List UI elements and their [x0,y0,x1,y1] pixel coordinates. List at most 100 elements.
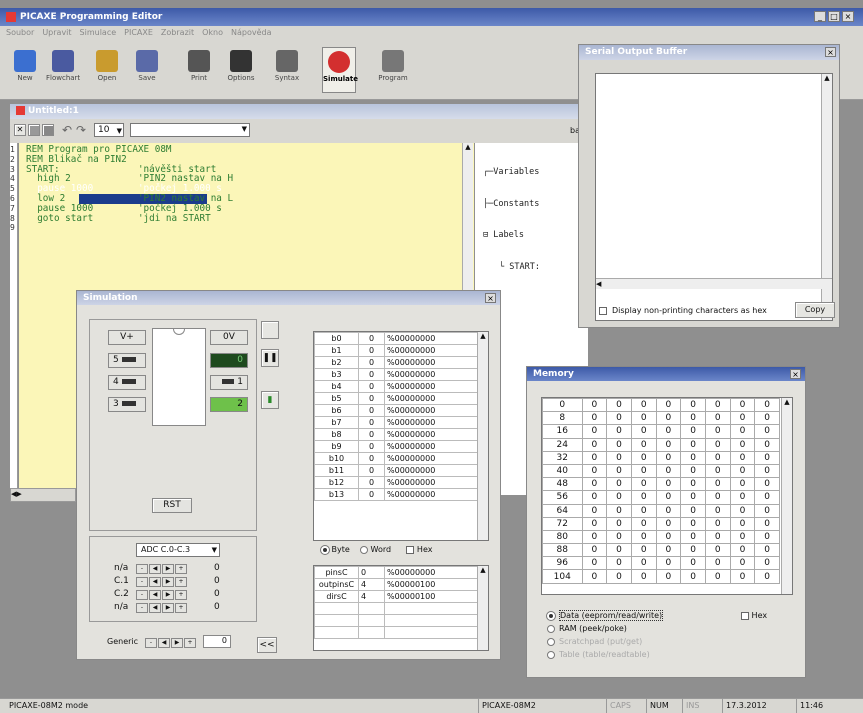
max-button[interactable]: + [175,564,187,574]
memory-cell[interactable]: 0 [655,503,682,518]
min-button[interactable]: - [136,590,148,600]
memory-cell[interactable]: 0 [655,556,682,571]
memory-cell[interactable]: 0 [655,398,682,413]
memory-cell[interactable]: 0 [630,529,657,545]
memory-cell[interactable]: 0 [581,463,608,479]
memory-cell[interactable]: 0 [729,398,756,413]
memory-cell[interactable]: 0 [754,437,780,452]
memory-cell[interactable]: 0 [729,463,756,479]
memory-cell[interactable]: 0 [754,543,780,558]
memory-cell[interactable]: 0 [655,424,682,439]
memory-cell[interactable]: 0 [754,477,780,492]
undo-icon[interactable]: ↶ [62,123,76,137]
pause-icon[interactable]: ❚❚ [261,349,279,367]
memory-cell[interactable]: 0 [581,411,608,426]
register-value[interactable]: 0 [358,392,385,405]
memory-option-radio[interactable] [547,624,555,633]
memory-cell[interactable]: 0 [680,437,706,452]
memory-cell[interactable]: 0 [704,477,731,492]
memory-cell[interactable]: 0 [606,477,632,492]
editor-hscroll[interactable]: ◀▶ [10,488,76,502]
register-value[interactable]: 0 [358,476,385,489]
memory-cell[interactable]: 0 [581,490,608,505]
memory-cell[interactable]: 0 [581,556,608,571]
inc-icon[interactable]: ▶ [162,590,174,600]
toolbar-simulate-button[interactable]: Simulate [322,47,358,93]
register-value[interactable]: 0 [358,440,385,453]
memory-cell[interactable]: 0 [704,424,731,439]
adc-value[interactable]: 0 [214,576,220,586]
close-icon[interactable]: × [825,47,836,57]
memory-cell[interactable]: 0 [729,411,756,426]
memory-cell[interactable]: 0 [581,477,608,492]
menu-item-4[interactable]: Zobrazit [161,28,194,37]
register-value[interactable]: 0 [358,404,385,417]
memory-cell[interactable]: 0 [704,450,731,465]
memory-cell[interactable]: 0 [655,490,682,505]
dec-icon[interactable]: ◀ [149,590,161,600]
memory-cell[interactable]: 0 [630,411,657,426]
inc-icon[interactable]: ▶ [162,577,174,587]
min-button[interactable]: - [136,577,148,587]
memory-cell[interactable]: 0 [606,503,632,518]
memory-cell[interactable]: 0 [729,529,756,545]
memory-cell[interactable]: 0 [606,450,632,465]
tree-item-constants[interactable]: ├─Constants [483,199,540,210]
memory-cell[interactable]: 0 [630,516,657,531]
adc-value[interactable]: 0 [214,589,220,599]
memory-cell[interactable]: 0 [729,477,756,492]
memory-cell[interactable]: 0 [581,516,608,531]
memory-cell[interactable]: 0 [606,398,632,413]
memory-cell[interactable]: 0 [655,463,682,479]
memory-cell[interactable]: 0 [630,556,657,571]
memory-cell[interactable]: 0 [704,543,731,558]
toolbar-new-button[interactable]: New [8,47,42,93]
label-select[interactable]: ▼ [130,123,250,137]
memory-cell[interactable]: 0 [630,398,657,413]
word-radio[interactable] [360,545,368,554]
memory-option-radio[interactable] [546,610,556,621]
memory-cell[interactable]: 0 [680,411,706,426]
max-button[interactable]: + [175,577,187,587]
minimize-button[interactable]: _ [814,11,826,22]
memory-cell[interactable]: 0 [630,569,657,584]
memory-cell[interactable]: 0 [704,437,731,452]
memory-cell[interactable]: 0 [704,490,731,505]
memory-cell[interactable]: 0 [581,503,608,518]
inc-icon[interactable]: ▶ [162,564,174,574]
code-text[interactable]: REM Program pro PICAXE 08M REM Blikač na … [26,145,466,223]
memory-option[interactable]: Scratchpad (put/get) [547,635,663,648]
memory-cell[interactable]: 0 [655,516,682,531]
memory-cell[interactable]: 0 [655,529,682,545]
register-value[interactable]: 0 [358,464,385,477]
toolbar-print-button[interactable]: Print [182,47,216,93]
cut-icon[interactable]: ✕ [14,124,26,136]
adc-select[interactable]: ADC C.0-C.3 ▼ [136,543,220,557]
max-button[interactable]: + [184,638,196,648]
max-button[interactable]: + [175,603,187,613]
memory-cell[interactable]: 0 [704,398,731,413]
inc-icon[interactable]: ▶ [162,603,174,613]
memory-cell[interactable]: 0 [581,543,608,558]
memory-cell[interactable]: 0 [606,529,632,545]
memory-cell[interactable]: 0 [581,424,608,439]
scroll-up-icon[interactable]: ▲ [478,332,488,340]
memory-cell[interactable]: 0 [754,398,780,413]
pin-0-output[interactable]: 0 [210,353,248,368]
memory-hex-checkbox[interactable] [741,611,749,620]
memory-option[interactable]: Data (eeprom/read/write) [546,609,664,622]
scroll-up-icon[interactable]: ▲ [822,74,832,82]
memory-cell[interactable]: 0 [680,398,706,413]
maximize-button[interactable]: □ [828,11,840,22]
scroll-up-icon[interactable]: ▲ [782,398,792,406]
register-value[interactable]: 0 [358,416,385,429]
register-value[interactable]: 0 [358,380,385,393]
memory-cell[interactable]: 0 [680,503,706,518]
memory-cell[interactable]: 0 [754,556,780,571]
redo-icon[interactable]: ↷ [76,123,90,137]
memory-cell[interactable]: 0 [680,477,706,492]
memory-cell[interactable]: 0 [606,463,632,479]
pin-4-button[interactable]: 4 [108,375,146,390]
memory-cell[interactable]: 0 [581,569,608,584]
scroll-left-icon[interactable]: ◀ [596,280,601,288]
